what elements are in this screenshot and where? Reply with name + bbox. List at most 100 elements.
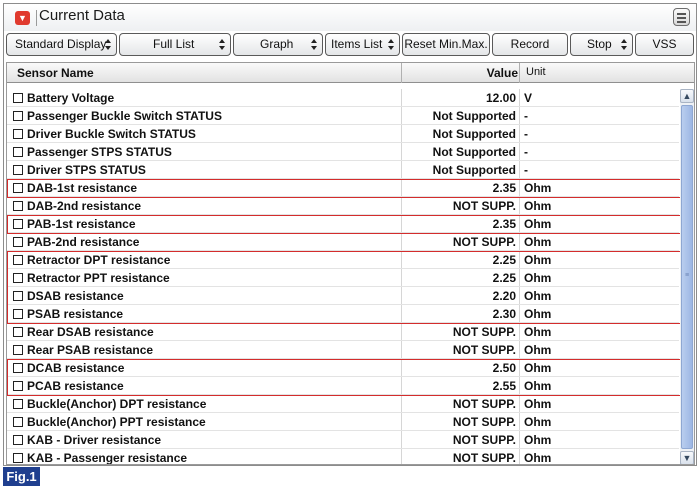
standard-display-label: Standard Display bbox=[15, 37, 107, 51]
standard-display-select[interactable]: Standard Display bbox=[6, 33, 117, 56]
table-row[interactable]: PSAB resistance 2.30 Ohm bbox=[7, 305, 679, 323]
row-checkbox[interactable] bbox=[13, 399, 23, 409]
stop-select[interactable]: Stop bbox=[570, 33, 633, 56]
row-checkbox[interactable] bbox=[13, 435, 23, 445]
sensor-name: PAB-1st resistance bbox=[27, 217, 136, 231]
table-row[interactable]: Rear DSAB resistance NOT SUPP. Ohm bbox=[7, 323, 679, 341]
sensor-unit: - bbox=[524, 109, 528, 123]
row-checkbox[interactable] bbox=[13, 201, 23, 211]
sensor-unit: Ohm bbox=[524, 253, 552, 267]
scroll-down-icon[interactable]: ▼ bbox=[680, 451, 694, 464]
sensor-name: DCAB resistance bbox=[27, 361, 125, 375]
table-row[interactable]: DCAB resistance 2.50 Ohm bbox=[7, 359, 679, 377]
sensor-unit: Ohm bbox=[524, 271, 552, 285]
table-row[interactable]: Battery Voltage 12.00 V bbox=[7, 89, 679, 107]
sensor-value: NOT SUPP. bbox=[452, 433, 516, 447]
table-row[interactable]: Driver STPS STATUS Not Supported - bbox=[7, 161, 679, 179]
updown-arrow-icon bbox=[219, 39, 226, 51]
table-row[interactable]: Buckle(Anchor) PPT resistance NOT SUPP. Oh… bbox=[7, 413, 679, 431]
row-checkbox[interactable] bbox=[13, 273, 23, 283]
items-list-select[interactable]: Items List bbox=[325, 33, 400, 56]
sensor-unit: Ohm bbox=[524, 289, 552, 303]
reset-min-max-button[interactable]: Reset Min.Max. bbox=[402, 33, 490, 56]
scrollbar-thumb[interactable]: ≡ bbox=[681, 105, 693, 449]
graph-select[interactable]: Graph bbox=[233, 33, 323, 56]
vss-button[interactable]: VSS bbox=[635, 33, 694, 56]
row-checkbox[interactable] bbox=[13, 255, 23, 265]
table-row[interactable]: Passenger Buckle Switch STATUS Not Suppor… bbox=[7, 107, 679, 125]
row-checkbox[interactable] bbox=[13, 363, 23, 373]
list-menu-icon[interactable] bbox=[673, 8, 690, 26]
sensor-value: NOT SUPP. bbox=[452, 397, 516, 411]
row-checkbox[interactable] bbox=[13, 345, 23, 355]
sensor-value: NOT SUPP. bbox=[452, 451, 516, 465]
grip-icon: ≡ bbox=[685, 272, 690, 279]
row-checkbox[interactable] bbox=[13, 237, 23, 247]
table-row[interactable]: Rear PSAB resistance NOT SUPP. Ohm bbox=[7, 341, 679, 359]
sensor-name: Rear PSAB resistance bbox=[27, 343, 154, 357]
table-row[interactable]: KAB - Passenger resistance NOT SUPP. Ohm bbox=[7, 449, 679, 465]
column-divider bbox=[519, 63, 520, 83]
sensor-value: 2.35 bbox=[492, 217, 516, 231]
table-row[interactable]: Driver Buckle Switch STATUS Not Supported… bbox=[7, 125, 679, 143]
column-header-unit[interactable]: Unit bbox=[526, 66, 546, 78]
updown-arrow-icon bbox=[388, 39, 395, 51]
table-row[interactable]: Passenger STPS STATUS Not Supported - bbox=[7, 143, 679, 161]
sensor-value: 2.25 bbox=[492, 253, 516, 267]
sensor-value: Not Supported bbox=[432, 163, 516, 177]
sensor-value: NOT SUPP. bbox=[452, 415, 516, 429]
row-checkbox[interactable] bbox=[13, 111, 23, 121]
column-header-sensor-name[interactable]: Sensor Name bbox=[17, 66, 94, 80]
sensor-unit: Ohm bbox=[524, 235, 552, 249]
vertical-scrollbar[interactable]: ▲ ≡ ▼ bbox=[680, 89, 694, 464]
row-checkbox[interactable] bbox=[13, 147, 23, 157]
sensor-value: 2.30 bbox=[492, 307, 516, 321]
row-checkbox[interactable] bbox=[13, 165, 23, 175]
sensor-unit: Ohm bbox=[524, 451, 552, 465]
window-title: Current Data bbox=[39, 7, 125, 24]
table-row[interactable]: KAB - Driver resistance NOT SUPP. Ohm bbox=[7, 431, 679, 449]
table-row[interactable]: Retractor DPT resistance 2.25 Ohm bbox=[7, 251, 679, 269]
sensor-name: Driver Buckle Switch STATUS bbox=[27, 127, 196, 141]
items-list-label: Items List bbox=[331, 37, 383, 51]
table-body: Battery Voltage 12.00 V Passenger Buckle Sw… bbox=[7, 89, 679, 465]
full-list-select[interactable]: Full List bbox=[119, 33, 231, 56]
sensor-value: 2.20 bbox=[492, 289, 516, 303]
sensor-name: Retractor DPT resistance bbox=[27, 253, 171, 267]
sensor-value: NOT SUPP. bbox=[452, 343, 516, 357]
chevron-down-icon[interactable]: ▼ bbox=[15, 11, 30, 25]
sensor-unit: Ohm bbox=[524, 361, 552, 375]
sensor-name: PCAB resistance bbox=[27, 379, 124, 393]
scroll-up-icon[interactable]: ▲ bbox=[680, 89, 694, 103]
row-checkbox[interactable] bbox=[13, 291, 23, 301]
table-row[interactable]: DSAB resistance 2.20 Ohm bbox=[7, 287, 679, 305]
updown-arrow-icon bbox=[311, 39, 318, 51]
sensor-name: Driver STPS STATUS bbox=[27, 163, 146, 177]
table-row[interactable]: PAB-2nd resistance NOT SUPP. Ohm bbox=[7, 233, 679, 251]
sensor-unit: Ohm bbox=[524, 181, 552, 195]
figure-label: Fig.1 bbox=[3, 467, 40, 486]
row-checkbox[interactable] bbox=[13, 93, 23, 103]
row-checkbox[interactable] bbox=[13, 453, 23, 463]
row-checkbox[interactable] bbox=[13, 327, 23, 337]
column-header-value[interactable]: Value bbox=[403, 66, 518, 80]
row-checkbox[interactable] bbox=[13, 129, 23, 139]
record-button[interactable]: Record bbox=[492, 33, 568, 56]
full-list-label: Full List bbox=[153, 37, 195, 51]
row-checkbox[interactable] bbox=[13, 381, 23, 391]
table-row[interactable]: PAB-1st resistance 2.35 Ohm bbox=[7, 215, 679, 233]
sensor-unit: Ohm bbox=[524, 397, 552, 411]
sensor-name: DAB-1st resistance bbox=[27, 181, 138, 195]
sensor-name: DAB-2nd resistance bbox=[27, 199, 142, 213]
sensor-value: Not Supported bbox=[432, 145, 516, 159]
table-row[interactable]: DAB-2nd resistance NOT SUPP. Ohm bbox=[7, 197, 679, 215]
row-checkbox[interactable] bbox=[13, 219, 23, 229]
table-row[interactable]: Retractor PPT resistance 2.25 Ohm bbox=[7, 269, 679, 287]
table-row[interactable]: PCAB resistance 2.55 Ohm bbox=[7, 377, 679, 395]
toolbar: Standard Display Full List Graph Items L… bbox=[4, 33, 696, 59]
row-checkbox[interactable] bbox=[13, 417, 23, 427]
row-checkbox[interactable] bbox=[13, 309, 23, 319]
row-checkbox[interactable] bbox=[13, 183, 23, 193]
table-row[interactable]: Buckle(Anchor) DPT resistance NOT SUPP. Oh… bbox=[7, 395, 679, 413]
table-row[interactable]: DAB-1st resistance 2.35 Ohm bbox=[7, 179, 679, 197]
